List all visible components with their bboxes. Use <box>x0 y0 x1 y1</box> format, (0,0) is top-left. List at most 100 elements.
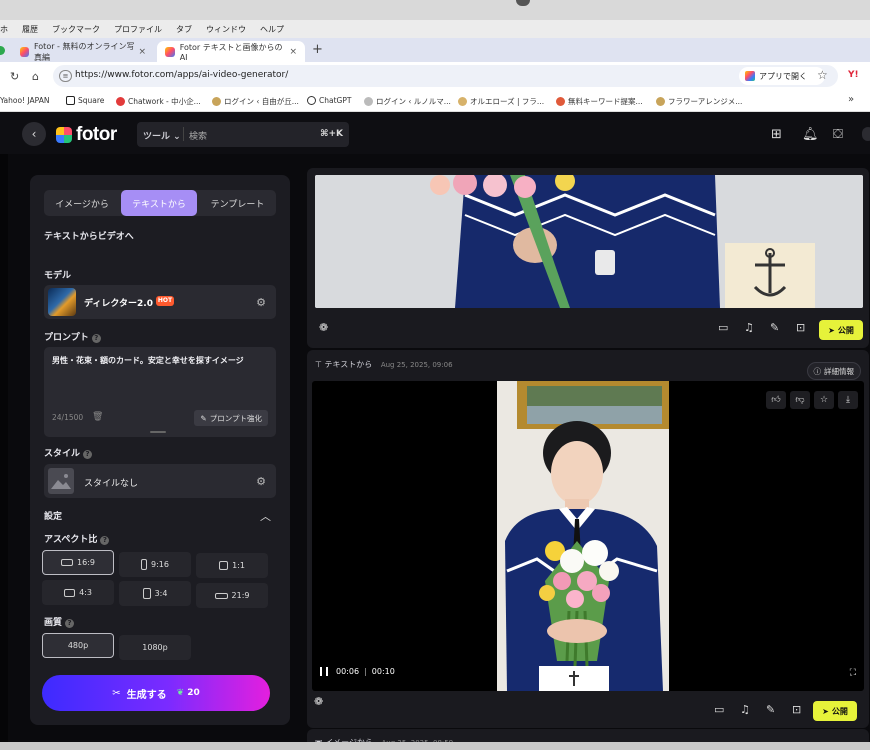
prompt-text[interactable]: 男性・花束・額のカード。安定と幸せを探すイメージ <box>52 355 244 366</box>
tab-title: Fotor - 無料のオンライン写真編 <box>33 41 135 62</box>
search-input[interactable]: 検索 <box>189 129 207 142</box>
menu-item[interactable]: ホ <box>0 24 8 35</box>
style-value: スタイルなし <box>84 479 139 489</box>
aspect-3-4[interactable]: 3:4 <box>119 581 191 606</box>
menu-item-history[interactable]: 履歴 <box>22 24 38 35</box>
bookmark-lenormand[interactable]: ログイン ‹ ルノルマ... <box>364 96 451 107</box>
square-icon <box>66 96 75 105</box>
avatar[interactable] <box>862 127 870 141</box>
menu-item-bookmarks[interactable]: ブックマーク <box>52 24 100 35</box>
crop-icon[interactable]: ⊡ <box>792 703 801 725</box>
aspect-16-9[interactable]: 16:9 <box>42 550 114 575</box>
thumbs-down-icon[interactable]: 👎︎ <box>790 391 810 409</box>
bookmark-star-icon[interactable]: ☆ <box>817 68 828 82</box>
menu-item-window[interactable]: ウィンドウ <box>206 24 246 35</box>
thumbs-up-icon[interactable]: 👍︎ <box>766 391 786 409</box>
style-selector[interactable]: スタイルなし ⚙ <box>44 464 276 498</box>
site-icon <box>458 97 467 106</box>
new-tab-icon[interactable]: + <box>312 42 323 57</box>
trash-icon[interactable]: 🗑︎ <box>92 412 103 422</box>
fotor-logo[interactable]: fotor <box>56 124 117 146</box>
home-icon[interactable]: ⌂ <box>32 70 39 83</box>
fullscreen-icon[interactable]: ⛶ <box>850 668 856 678</box>
tab-template[interactable]: テンプレート <box>199 190 276 216</box>
more-bookmarks-icon[interactable]: » <box>848 94 854 105</box>
resize-handle[interactable] <box>150 431 166 433</box>
site-info-icon[interactable]: ≡ <box>59 70 72 82</box>
model-selector[interactable]: ディレクター2.0 HOT ⚙ <box>44 285 276 319</box>
bookmark-jiyugaoka[interactable]: ログイン ‹ 自由が丘... <box>212 96 299 107</box>
edit-icon[interactable]: ✎ <box>770 321 779 343</box>
help-icon[interactable]: ? <box>65 619 75 628</box>
bookmark-label: ChatGPT <box>319 96 352 105</box>
prompt-textarea[interactable]: 男性・花束・額のカード。安定と幸せを探すイメージ 24/1500 🗑︎ ✎ プロン… <box>44 347 276 437</box>
bookmark-yahoo[interactable]: Yahoo! JAPAN <box>0 96 49 105</box>
generate-button[interactable]: ✂ 生成する ❦ 20 <box>42 675 270 711</box>
help-icon[interactable]: ? <box>83 450 93 459</box>
pause-icon[interactable] <box>320 667 328 676</box>
help-icon[interactable]: ? <box>91 334 101 343</box>
tools-dropdown[interactable]: ツール ⌄ <box>143 129 181 142</box>
open-in-app-button[interactable]: アプリで開く <box>739 67 825 85</box>
bell-icon[interactable]: 🔔︎ <box>802 127 819 142</box>
sliders-icon[interactable]: ⚙ <box>256 475 266 488</box>
address-bar[interactable]: ≡ https://www.fotor.com/apps/ai-video-ge… <box>53 65 838 87</box>
aspect-9-16[interactable]: 9:16 <box>119 552 191 577</box>
video-frame <box>497 381 669 691</box>
ratio-icon <box>219 561 229 570</box>
quality-1080p[interactable]: 1080p <box>119 635 191 660</box>
hd-icon[interactable]: ▭ <box>714 703 724 725</box>
bookmarks-bar: Yahoo! JAPAN Square Chatwork - 中小企... ログ… <box>0 90 870 112</box>
enhance-prompt-button[interactable]: ✎ プロンプト強化 <box>194 410 268 426</box>
paw-icon[interactable]: ❁ <box>319 321 328 343</box>
aspect-4-3[interactable]: 4:3 <box>42 580 114 605</box>
chevron-up-icon[interactable]: ︿ <box>260 508 271 524</box>
details-button[interactable]: ⓘ 詳細情報 <box>806 362 861 380</box>
crop-icon[interactable]: ⊡ <box>796 321 805 343</box>
close-tab-icon[interactable]: × <box>289 47 297 57</box>
edit-icon[interactable]: ✎ <box>766 703 775 725</box>
bookmark-flower[interactable]: フラワーアレンジメ... <box>656 96 742 107</box>
favorite-star-icon[interactable]: ☆ <box>814 391 834 409</box>
video-frame <box>315 175 863 308</box>
quality-480p[interactable]: 480p <box>42 633 114 658</box>
music-icon[interactable]: ♫ <box>744 321 754 343</box>
yahoo-extension-icon[interactable]: Y! <box>848 70 859 80</box>
site-icon <box>212 97 221 106</box>
download-icon[interactable]: ⤓ <box>838 391 858 409</box>
bookmark-keyword[interactable]: 無料キーワード提案... <box>556 96 643 107</box>
browser-tab-fotor-editor[interactable]: Fotor - 無料のオンライン写真編 × <box>12 41 154 62</box>
site-icon <box>556 97 565 106</box>
menu-item-help[interactable]: ヘルプ <box>260 24 284 35</box>
reload-icon[interactable]: ↻ <box>10 70 19 83</box>
search-bar[interactable]: ツール ⌄ 検索 ⌘+K <box>137 122 349 147</box>
bookmark-chatwork[interactable]: Chatwork - 中小企... <box>116 96 201 107</box>
browser-tab-fotor-video[interactable]: Fotor テキストと画像からの AI × <box>157 41 305 62</box>
publish-button[interactable]: ➤ 公開 <box>819 320 863 340</box>
tab-text-to-video[interactable]: テキストから <box>121 190 197 216</box>
menu-item-tab[interactable]: タブ <box>176 24 192 35</box>
back-button[interactable]: ‹ <box>22 122 46 146</box>
sliders-icon[interactable]: ⚙ <box>256 296 266 309</box>
paw-icon[interactable]: ❁ <box>314 695 323 717</box>
grid-apps-icon[interactable]: ⊞ <box>771 127 782 142</box>
hd-icon[interactable]: ▭ <box>718 321 728 343</box>
video-card-2: ⊤ テキストから Aug 25, 2025, 09:06 ⓘ 詳細情報 👍︎ 👎… <box>307 350 869 728</box>
aspect-21-9[interactable]: 21:9 <box>196 583 268 608</box>
music-icon[interactable]: ♫ <box>740 703 750 725</box>
video-player[interactable]: 👍︎ 👎︎ ☆ ⤓ 00:06 | 00:10 ⛶ <box>312 381 864 691</box>
tab-image-to-video[interactable]: イメージから <box>44 190 120 216</box>
bookmark-oruerose[interactable]: オルエローズ | フラ... <box>458 96 544 107</box>
close-tab-icon[interactable]: × <box>138 47 146 57</box>
help-icon[interactable]: ? <box>100 536 110 545</box>
publish-button[interactable]: ➤ 公開 <box>813 701 857 721</box>
bookmark-chatgpt[interactable]: ChatGPT <box>307 96 351 105</box>
menu-item-profiles[interactable]: プロファイル <box>114 24 162 35</box>
browser-toolbar: ↻ ⌂ ≡ https://www.fotor.com/apps/ai-vide… <box>0 62 870 90</box>
aspect-1-1[interactable]: 1:1 <box>196 553 268 578</box>
prompt-label: プロンプト? <box>44 330 101 343</box>
video-preview-1[interactable] <box>315 175 863 308</box>
bookmark-label: ログイン ‹ 自由が丘... <box>224 97 299 106</box>
bookmark-square[interactable]: Square <box>66 96 104 105</box>
gift-icon[interactable]: ⛋ <box>833 127 843 142</box>
